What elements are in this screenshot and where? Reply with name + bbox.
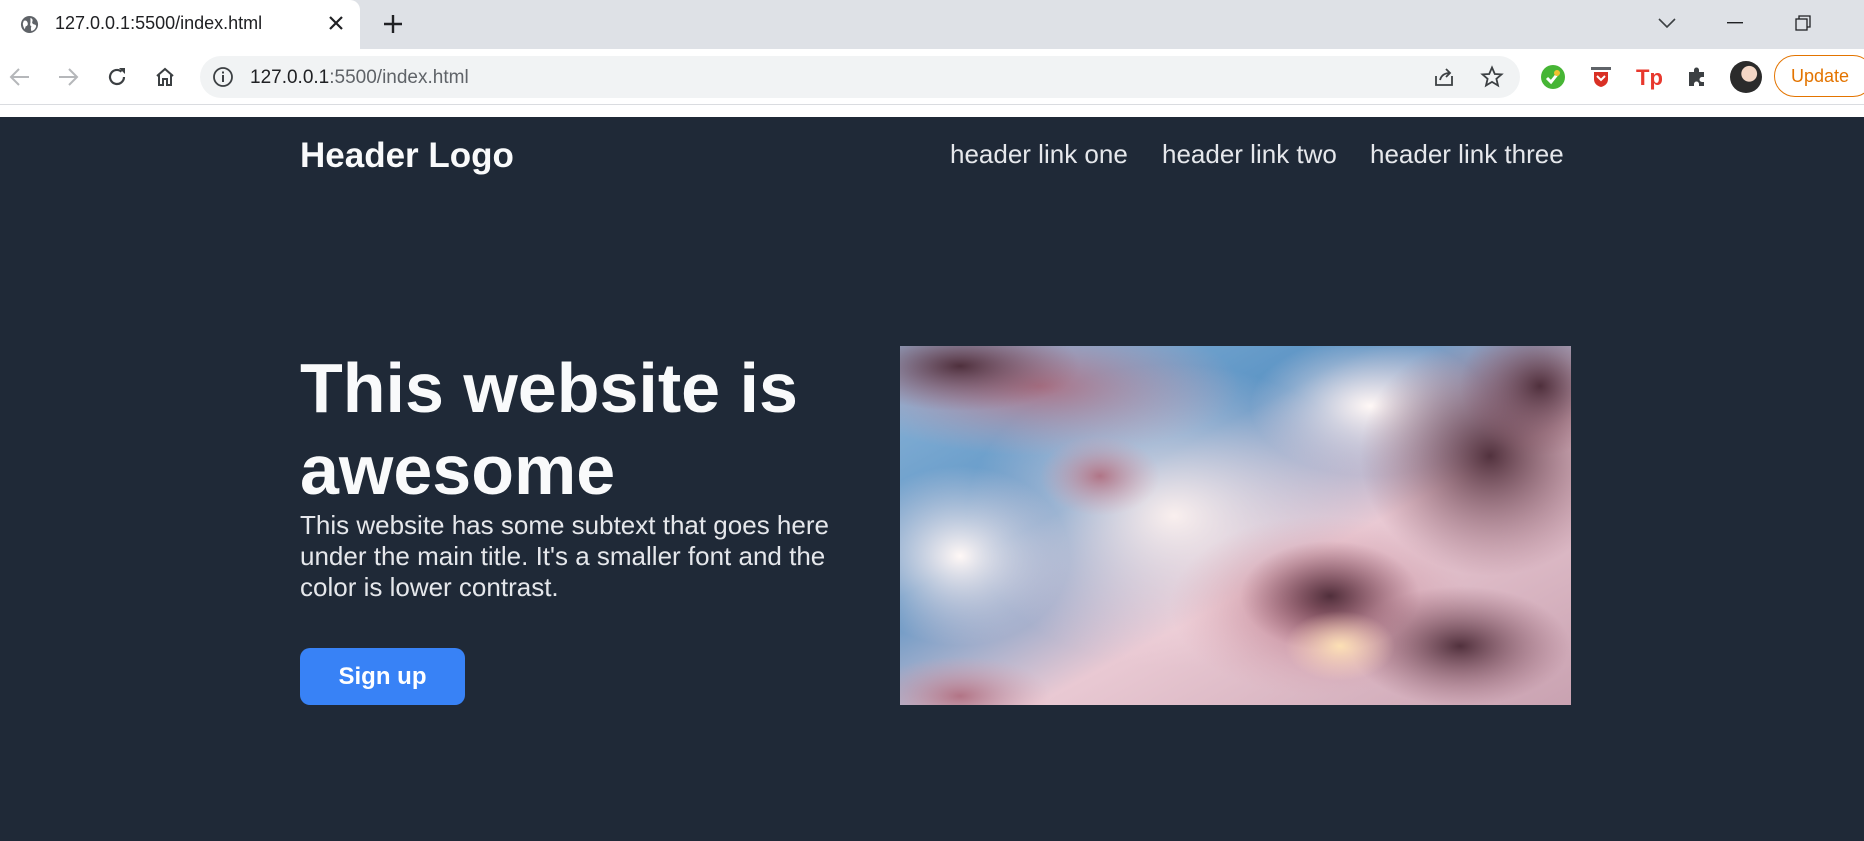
header-logo[interactable]: Header Logo [300, 136, 514, 176]
hero-title-line-1: This website is [300, 349, 798, 427]
new-tab-icon[interactable] [380, 11, 406, 37]
profile-avatar[interactable] [1730, 61, 1762, 93]
share-icon[interactable] [1432, 65, 1456, 89]
back-icon[interactable] [5, 62, 35, 92]
web-page: Header Logo header link one header link … [0, 117, 1864, 841]
browser-tab[interactable]: 127.0.0.1:5500/index.html [0, 0, 360, 49]
hero-subtext: This website has some subtext that goes … [300, 510, 829, 602]
update-button[interactable]: Update [1774, 55, 1864, 97]
tab-title: 127.0.0.1:5500/index.html [55, 13, 263, 33]
home-icon[interactable] [150, 62, 180, 92]
browser-tabstrip: 127.0.0.1:5500/index.html [0, 0, 1864, 49]
globe-icon [20, 15, 39, 34]
header-link-one[interactable]: header link one [950, 139, 1128, 170]
minimize-icon[interactable] [1720, 8, 1750, 38]
hero-image-clouds [900, 346, 1571, 705]
page-top-divider [0, 105, 1864, 117]
close-icon[interactable] [325, 12, 347, 34]
restore-icon[interactable] [1788, 8, 1818, 38]
sign-up-button[interactable]: Sign up [300, 648, 465, 705]
info-icon[interactable] [212, 66, 234, 88]
puzzle-icon[interactable] [1682, 62, 1712, 92]
url-text: 127.0.0.1:5500/index.html [250, 67, 469, 88]
address-bar[interactable]: 127.0.0.1:5500/index.html [200, 56, 1520, 98]
hero-title-line-2: awesome [300, 431, 616, 509]
forward-icon[interactable] [53, 62, 83, 92]
extension-green-icon[interactable] [1538, 62, 1568, 92]
svg-text:Tp: Tp [1636, 65, 1663, 90]
extension-tp-icon[interactable]: Tp [1634, 62, 1664, 92]
reload-icon[interactable] [102, 62, 132, 92]
extension-shield-icon[interactable] [1586, 62, 1616, 92]
header-link-three[interactable]: header link three [1370, 139, 1564, 170]
browser-toolbar: 127.0.0.1:5500/index.html Tp Update [0, 49, 1864, 105]
star-icon[interactable] [1480, 65, 1504, 89]
header-link-two[interactable]: header link two [1162, 139, 1337, 170]
hero-title: This website is awesome [300, 347, 880, 511]
chevron-down-icon[interactable] [1652, 8, 1682, 38]
